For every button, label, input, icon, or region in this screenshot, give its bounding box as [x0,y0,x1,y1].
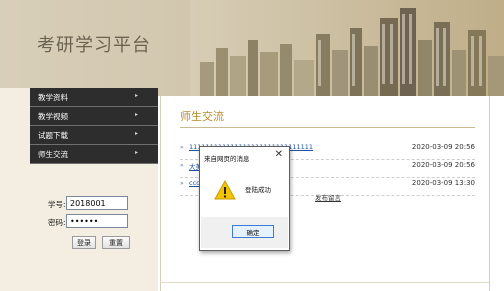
post-date: 2020-03-09 13:30 [411,179,475,187]
login-button[interactable]: 登录 [72,236,96,249]
chevron-right-icon: ▸ [134,92,138,99]
double-chevron-icon: » [180,162,184,169]
chevron-right-icon: ▸ [134,130,138,137]
menu-item-label: 教学资料 [38,92,68,102]
section-title: 师生交流 [180,110,224,123]
double-chevron-icon: » [180,144,184,151]
menu-item-label: 教学视频 [38,111,68,121]
menu-item-exam-download[interactable]: 试题下载 ▸ [30,126,158,145]
password-row: 密码: •••••• [30,214,158,230]
chevron-right-icon: ▸ [134,149,138,156]
student-id-label: 学号: [48,200,66,209]
double-chevron-icon: » [180,180,184,187]
bottom-divider [160,282,489,283]
ok-button[interactable]: 确定 [232,225,274,238]
alert-dialog: 来自网页的消息 ✕ 登陆成功 确定 [199,146,290,251]
site-title: 考研学习平台 [37,35,151,56]
login-buttons-row: 登录 重置 [30,236,158,252]
post-date: 2020-03-09 20:56 [411,143,475,151]
dialog-body: 登陆成功 [201,167,288,217]
menu-item-teaching-videos[interactable]: 教学视频 ▸ [30,107,158,126]
dialog-title: 来自网页的消息 [204,155,250,163]
password-label: 密码: [48,218,66,227]
publish-message-link[interactable]: 发布留言 [315,192,341,202]
login-panel: 学号: 2018001 密码: •••••• 登录 重置 [30,178,158,258]
reset-button[interactable]: 重置 [102,236,130,249]
city-skyline-image [190,0,504,96]
password-input[interactable]: •••••• [66,214,128,228]
side-menu: 教学资料 ▸ 教学视频 ▸ 试题下载 ▸ 师生交流 ▸ [30,88,158,164]
header-banner: 考研学习平台 [0,0,504,96]
post-date: 2020-03-09 20:56 [411,161,475,169]
dialog-message: 登陆成功 [245,186,271,194]
close-icon[interactable]: ✕ [275,149,283,160]
student-id-row: 学号: 2018001 [30,196,158,212]
student-id-input[interactable]: 2018001 [66,196,128,210]
dialog-footer: 确定 [201,217,288,248]
chevron-right-icon: ▸ [134,111,138,118]
menu-item-teacher-student-exchange[interactable]: 师生交流 ▸ [30,145,158,164]
menu-item-label: 试题下载 [38,130,68,140]
section-divider [180,127,475,128]
menu-item-label: 师生交流 [38,149,68,159]
warning-icon [214,180,236,200]
menu-item-teaching-materials[interactable]: 教学资料 ▸ [30,88,158,107]
